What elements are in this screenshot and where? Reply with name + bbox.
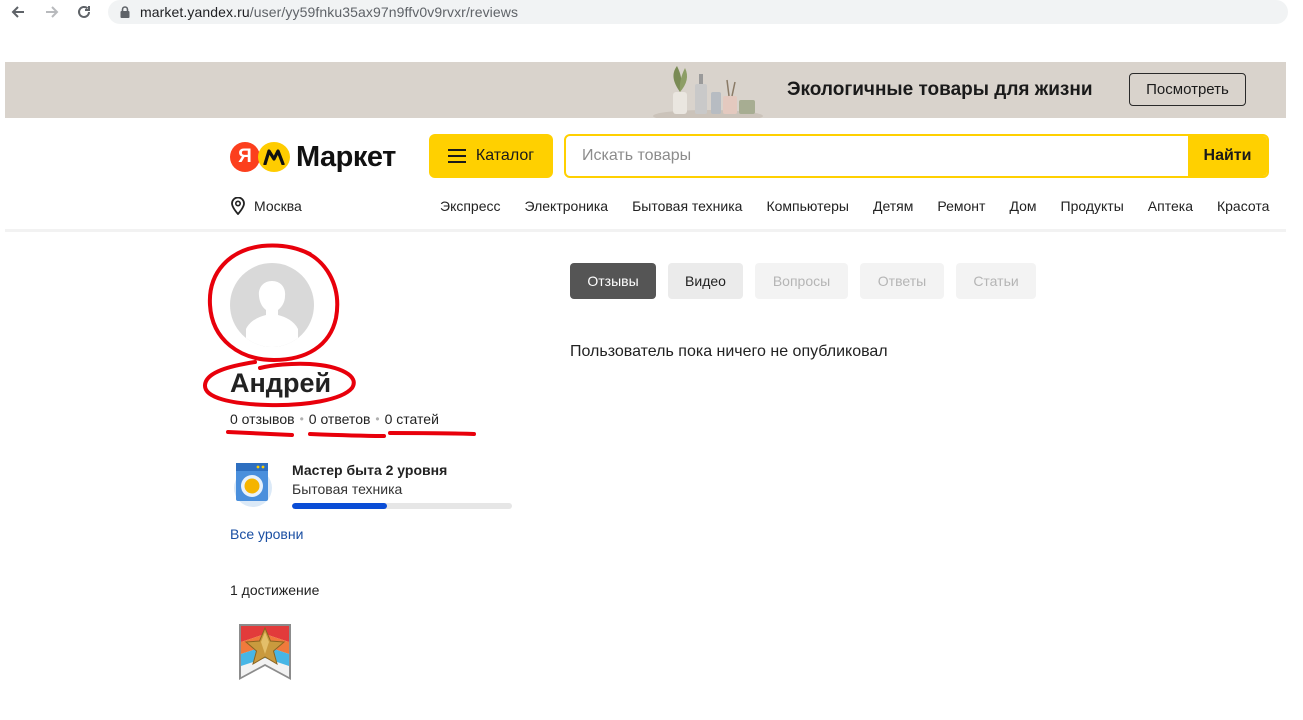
level-progress-fill (292, 503, 387, 509)
tab-questions: Вопросы (755, 263, 848, 299)
logo-text: Маркет (296, 140, 396, 173)
address-bar[interactable]: market.yandex.ru/user/yy59fnku35ax97n9ff… (108, 0, 1288, 24)
category-nav: Экспресс Электроника Бытовая техника Ком… (440, 198, 1293, 214)
nav-item-pharmacy[interactable]: Аптека (1148, 198, 1193, 214)
logo-m-icon (258, 142, 290, 172)
search-input[interactable] (566, 136, 1190, 176)
browser-toolbar: market.yandex.ru/user/yy59fnku35ax97n9ff… (0, 0, 1303, 28)
star-badge-icon[interactable] (236, 620, 294, 684)
promo-text: Экологичные товары для жизни (787, 79, 1093, 100)
logo-ya-circle: Я (230, 142, 260, 172)
tab-answers: Ответы (860, 263, 944, 299)
tab-reviews[interactable]: Отзывы (570, 263, 656, 299)
url-text: market.yandex.ru/user/yy59fnku35ax97n9ff… (140, 4, 518, 20)
catalog-label: Каталог (475, 147, 535, 164)
stats-separator: • (299, 412, 304, 426)
back-arrow-icon[interactable] (7, 2, 29, 22)
achievements-count: 1 достижение (230, 582, 320, 598)
url-path: /user/yy59fnku35ax97n9ffv0v9rvxr/reviews (249, 4, 519, 20)
avatar (230, 263, 314, 347)
nav-item-beauty[interactable]: Красота (1217, 198, 1269, 214)
catalog-button[interactable]: Каталог (429, 134, 553, 178)
url-host: market.yandex.ru (140, 4, 250, 20)
yandex-market-logo[interactable]: Я Маркет (230, 139, 396, 175)
location-pin-icon (231, 197, 245, 215)
menu-icon (447, 149, 466, 163)
stats-separator: • (375, 412, 380, 426)
empty-state-message: Пользователь пока ничего не опубликовал (570, 343, 888, 360)
search-box: Найти (564, 134, 1269, 178)
nav-item-electronics[interactable]: Электроника (525, 198, 609, 214)
level-title: Мастер быта 2 уровня (292, 462, 448, 478)
reviews-count[interactable]: 0 отзывов (230, 411, 295, 427)
tab-articles: Статьи (956, 263, 1036, 299)
search-button[interactable]: Найти (1188, 136, 1267, 176)
content-tabs: Отзывы Видео Вопросы Ответы Статьи (570, 263, 1036, 299)
lock-icon (120, 6, 130, 18)
tab-video[interactable]: Видео (668, 263, 743, 299)
user-name: Андрей (230, 368, 332, 398)
nav-item-computers[interactable]: Компьютеры (766, 198, 849, 214)
all-levels-link[interactable]: Все уровни (230, 526, 303, 542)
avatar-silhouette-icon (246, 281, 298, 347)
location-label: Москва (254, 198, 302, 214)
promo-banner[interactable]: Экологичные товары для жизни Посмотреть (5, 62, 1286, 118)
nav-item-home[interactable]: Дом (1009, 198, 1036, 214)
promo-view-button[interactable]: Посмотреть (1129, 73, 1246, 106)
user-stats: 0 отзывов • 0 ответов • 0 статей (230, 411, 439, 427)
header-divider (5, 229, 1286, 232)
reload-icon[interactable] (73, 2, 95, 22)
level-progress-bar (292, 503, 512, 509)
nav-item-express[interactable]: Экспресс (440, 198, 501, 214)
promo-image (653, 66, 763, 118)
nav-item-groceries[interactable]: Продукты (1061, 198, 1124, 214)
location-selector[interactable]: Москва (230, 197, 302, 215)
nav-item-repair[interactable]: Ремонт (937, 198, 985, 214)
answers-count[interactable]: 0 ответов (309, 411, 371, 427)
nav-item-kids[interactable]: Детям (873, 198, 913, 214)
forward-arrow-icon[interactable] (41, 2, 63, 22)
articles-count[interactable]: 0 статей (385, 411, 439, 427)
washing-machine-icon (234, 463, 272, 507)
level-category: Бытовая техника (292, 481, 403, 497)
nav-item-appliances[interactable]: Бытовая техника (632, 198, 742, 214)
